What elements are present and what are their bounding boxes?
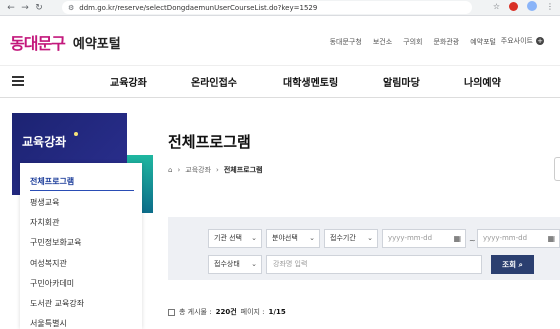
main-nav: 교육강좌 온라인접수 대학생멘토링 알림마당 나의예약 bbox=[0, 66, 560, 98]
chevron-right-icon: › bbox=[177, 166, 181, 174]
field-select[interactable]: 분야선택 ⌄ bbox=[266, 229, 320, 248]
major-sites-button[interactable]: 주요사이트 + bbox=[501, 36, 544, 46]
gnb-my-reservation[interactable]: 나의예약 bbox=[464, 74, 501, 89]
total-label: 총 게시물 : bbox=[179, 308, 212, 316]
org-select[interactable]: 기관 선택 ⌄ bbox=[208, 229, 262, 248]
calendar-icon[interactable]: ▦ bbox=[547, 230, 555, 247]
gnb-mentoring[interactable]: 대학생멘토링 bbox=[283, 74, 338, 89]
list-icon bbox=[168, 308, 175, 316]
chevron-down-icon: ⌄ bbox=[251, 260, 257, 268]
sidebar-item-it-education[interactable]: 구민정보화교육 bbox=[30, 237, 82, 248]
status-select[interactable]: 접수상태 ⌄ bbox=[208, 255, 262, 274]
chevron-down-icon: ⌄ bbox=[367, 234, 373, 242]
reload-icon[interactable]: ↻ bbox=[32, 1, 46, 15]
site-header: 동대문구 예약포털 동대문구청 보건소 구의회 문화관광 예약포털 주요사이트 … bbox=[0, 16, 560, 66]
search-button-label: 조회 bbox=[502, 260, 516, 269]
breadcrumb-current: 전체프로그램 bbox=[223, 166, 263, 174]
date-to-input[interactable]: yyyy-mm-dd ▦ bbox=[477, 229, 560, 248]
field-select-value: 분야선택 bbox=[272, 234, 298, 242]
profile-icon[interactable] bbox=[527, 1, 537, 11]
forward-icon[interactable]: → bbox=[18, 1, 32, 15]
sidebar-menu: 전체프로그램 평생교육 자치회관 구민정보화교육 여성복지관 구민아카데미 도서… bbox=[20, 163, 142, 329]
url-text: ddm.go.kr/reserve/selectDongdaemunUserCo… bbox=[79, 3, 318, 12]
util-link-culture[interactable]: 문화관광 bbox=[433, 37, 459, 47]
date-to-placeholder: yyyy-mm-dd bbox=[483, 234, 528, 242]
sidebar-item-library[interactable]: 도서관 교육강좌 bbox=[30, 298, 84, 309]
date-from-placeholder: yyyy-mm-dd bbox=[388, 234, 433, 242]
chevron-right-icon: › bbox=[216, 166, 219, 174]
util-link-reserve[interactable]: 예약포털 bbox=[470, 37, 496, 47]
sidebar-item-autonomy[interactable]: 자치회관 bbox=[30, 217, 59, 228]
address-bar[interactable]: ⚙ ddm.go.kr/reserve/selectDongdaemunUser… bbox=[62, 1, 472, 14]
side-scroll-tab[interactable] bbox=[554, 157, 560, 181]
bookmark-star-icon[interactable]: ☆ bbox=[493, 2, 500, 11]
sidebar-item-seoul[interactable]: 서울특별시 bbox=[30, 318, 67, 329]
browser-toolbar: ← → ↻ ⚙ ddm.go.kr/reserve/selectDongdaem… bbox=[0, 0, 560, 16]
page-count: 1/15 bbox=[268, 308, 286, 316]
calendar-icon[interactable]: ▦ bbox=[453, 230, 461, 247]
logo-text: 예약포털 bbox=[72, 36, 121, 52]
sidebar-item-lifelong[interactable]: 평생교육 bbox=[30, 197, 59, 208]
back-icon[interactable]: ← bbox=[4, 1, 18, 15]
hamburger-menu-icon[interactable] bbox=[12, 76, 24, 86]
util-link-health[interactable]: 보건소 bbox=[373, 37, 392, 47]
menu-kebab-icon[interactable]: ⋮ bbox=[546, 2, 554, 11]
sidebar-item-women-welfare[interactable]: 여성복지관 bbox=[30, 258, 67, 269]
major-sites-label: 주요사이트 bbox=[500, 37, 533, 45]
site-info-icon[interactable]: ⚙ bbox=[68, 4, 74, 12]
status-select-value: 접수상태 bbox=[214, 260, 240, 268]
total-count: 220건 bbox=[215, 308, 237, 316]
logo-mark: 동대문구 bbox=[10, 34, 66, 53]
title-dot bbox=[74, 132, 78, 136]
gnb-education[interactable]: 교육강좌 bbox=[110, 74, 147, 89]
period-select-value: 접수기간 bbox=[330, 234, 356, 242]
result-summary: 총 게시물 : 220건 페이지 : 1/15 bbox=[168, 307, 286, 317]
search-panel: 기관 선택 ⌄ 분야선택 ⌄ 접수기간 ⌄ yyyy-mm-dd ▦ ~ yyy… bbox=[168, 217, 560, 280]
keyword-placeholder: 강좌명 입력 bbox=[273, 260, 308, 268]
plus-icon: + bbox=[536, 37, 544, 45]
org-select-value: 기관 선택 bbox=[214, 234, 242, 242]
breadcrumb-education[interactable]: 교육강좌 bbox=[185, 165, 211, 175]
chevron-down-icon: ⌄ bbox=[251, 234, 257, 242]
search-icon: ⌕ bbox=[518, 260, 523, 269]
active-underline bbox=[30, 190, 134, 191]
date-range-separator: ~ bbox=[469, 236, 476, 245]
gnb-notice[interactable]: 알림마당 bbox=[383, 74, 420, 89]
chevron-down-icon: ⌄ bbox=[309, 234, 315, 242]
utility-nav: 동대문구청 보건소 구의회 문화관광 예약포털 bbox=[330, 37, 496, 47]
gnb-online-apply[interactable]: 온라인접수 bbox=[191, 74, 237, 89]
util-link-gucheong[interactable]: 동대문구청 bbox=[330, 37, 362, 47]
extension-icon[interactable] bbox=[509, 1, 518, 11]
period-select[interactable]: 접수기간 ⌄ bbox=[324, 229, 378, 248]
page-label: 페이지 : bbox=[240, 308, 265, 316]
site-logo[interactable]: 동대문구 예약포털 bbox=[10, 30, 121, 54]
breadcrumb: ⌂ › 교육강좌 › 전체프로그램 bbox=[168, 165, 262, 175]
date-from-input[interactable]: yyyy-mm-dd ▦ bbox=[382, 229, 466, 248]
home-icon[interactable]: ⌂ bbox=[168, 166, 172, 174]
sidebar-title: 교육강좌 bbox=[22, 135, 67, 149]
util-link-council[interactable]: 구의회 bbox=[403, 37, 422, 47]
sidebar-item-all-programs[interactable]: 전체프로그램 bbox=[30, 176, 74, 187]
keyword-input[interactable]: 강좌명 입력 bbox=[266, 255, 482, 274]
page-title: 전체프로그램 bbox=[168, 133, 251, 151]
sidebar-item-academy[interactable]: 구민아카데미 bbox=[30, 278, 74, 289]
search-button[interactable]: 조회 ⌕ bbox=[491, 255, 534, 274]
